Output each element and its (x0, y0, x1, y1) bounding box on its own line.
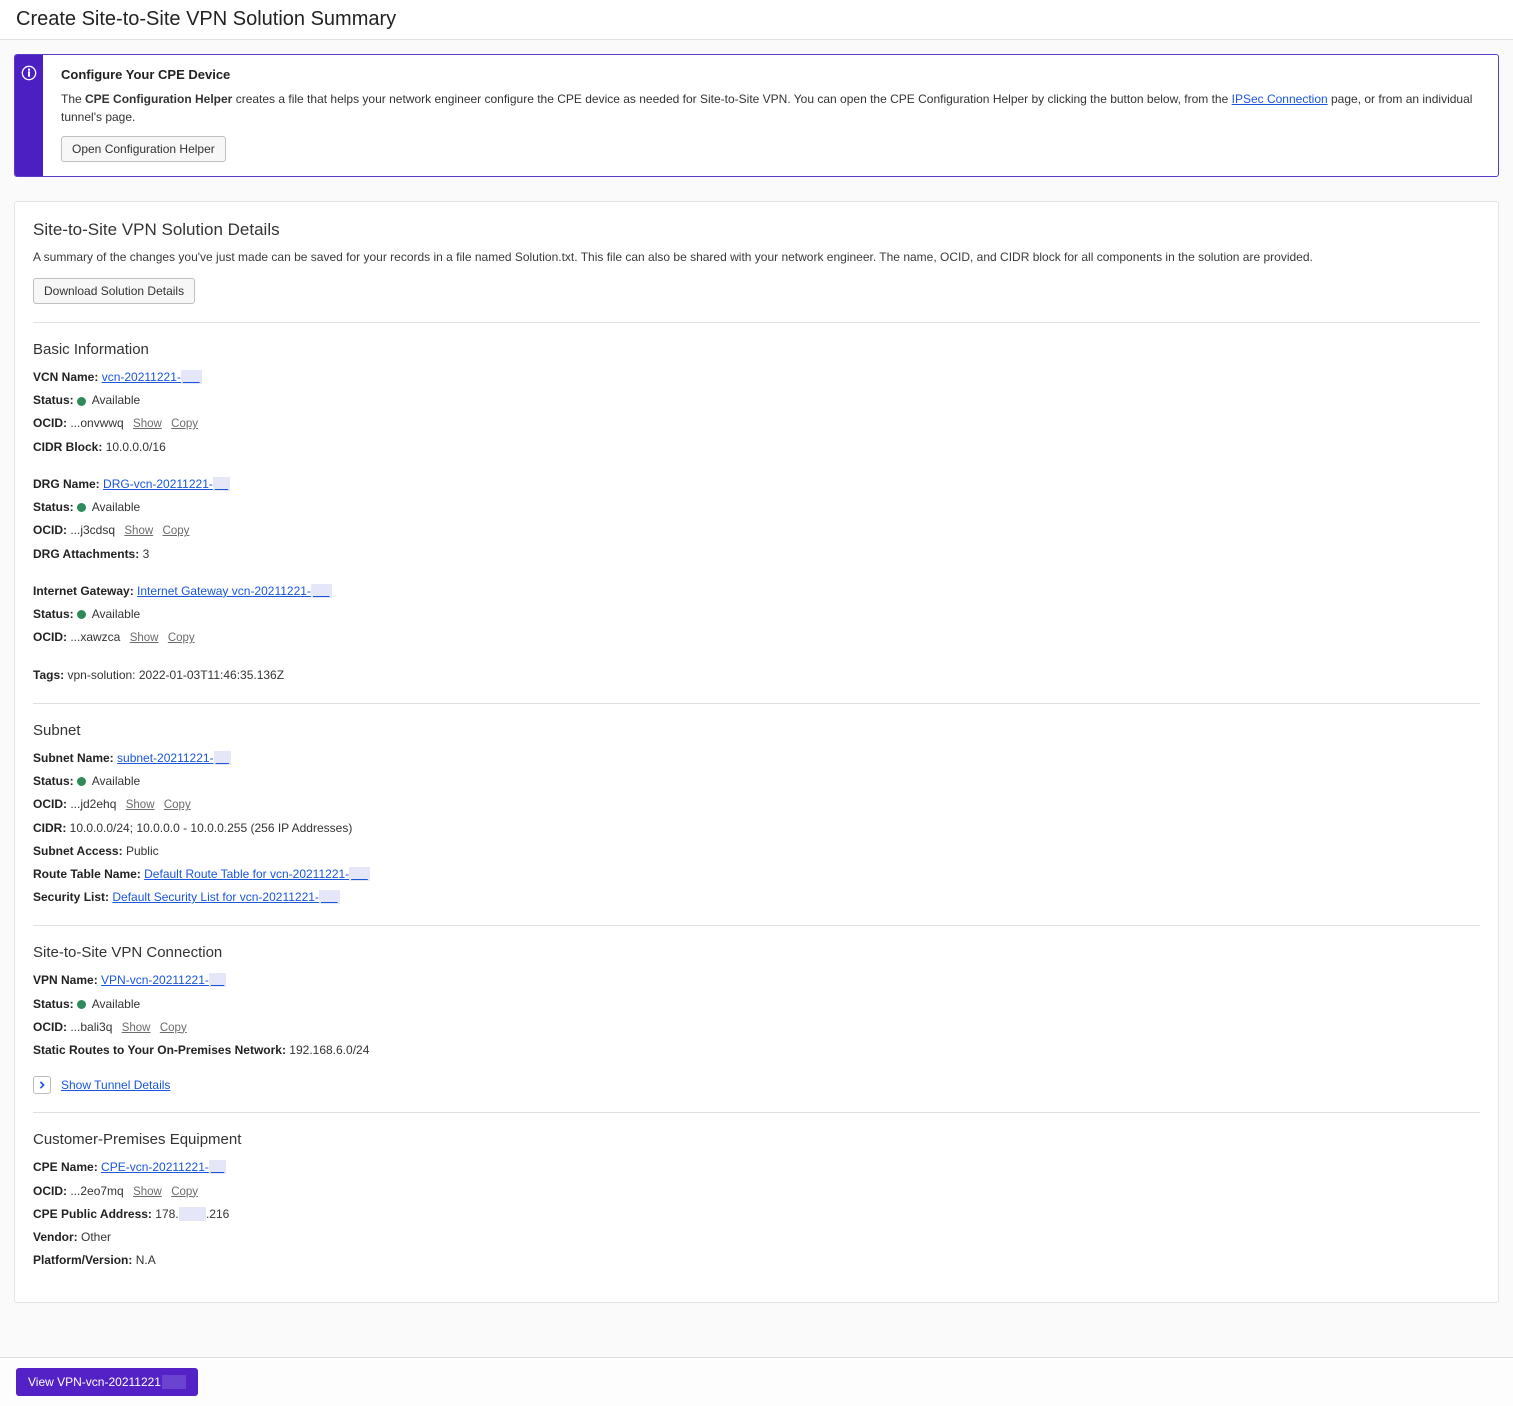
vpn-name-link[interactable]: VPN-vcn-20211221- (101, 973, 226, 987)
cpe-name-row: CPE Name: CPE-vcn-20211221- (33, 1158, 1480, 1177)
open-configuration-helper-button[interactable]: Open Configuration Helper (61, 136, 226, 162)
view-vpn-button[interactable]: View VPN-vcn-20211221 (16, 1368, 198, 1396)
vpn-name-row: VPN Name: VPN-vcn-20211221- (33, 971, 1480, 990)
cpe-platform-row: Platform/Version: N.A (33, 1251, 1480, 1270)
show-link[interactable]: Show (126, 799, 155, 811)
show-link[interactable]: Show (133, 418, 162, 430)
security-list-row: Security List: Default Security List for… (33, 888, 1480, 907)
divider (33, 322, 1480, 323)
route-table-row: Route Table Name: Default Route Table fo… (33, 865, 1480, 884)
vcn-cidr-row: CIDR Block: 10.0.0.0/16 (33, 438, 1480, 457)
vpn-heading: Site-to-Site VPN Connection (33, 944, 1480, 961)
details-heading: Site-to-Site VPN Solution Details (33, 220, 1480, 240)
copy-link[interactable]: Copy (163, 525, 190, 537)
chevron-right-icon (33, 1076, 51, 1094)
show-link[interactable]: Show (133, 1186, 162, 1198)
basic-info-heading: Basic Information (33, 341, 1480, 358)
details-desc: A summary of the changes you've just mad… (33, 248, 1480, 266)
subnet-ocid-row: OCID: ...jd2ehq Show Copy (33, 795, 1480, 814)
subnet-name-link[interactable]: subnet-20211221- (117, 751, 231, 765)
divider (33, 925, 1480, 926)
status-dot-icon (77, 1000, 86, 1009)
copy-link[interactable]: Copy (171, 1186, 198, 1198)
tags-row: Tags: vpn-solution: 2022-01-03T11:46:35.… (33, 666, 1480, 685)
status-dot-icon (77, 777, 86, 786)
drg-status-row: Status: Available (33, 498, 1480, 517)
vcn-ocid-row: OCID: ...onvwwq Show Copy (33, 414, 1480, 433)
cpe-public-address-row: CPE Public Address: 178. .216 (33, 1205, 1480, 1224)
show-link[interactable]: Show (124, 525, 153, 537)
show-link[interactable]: Show (130, 632, 159, 644)
copy-link[interactable]: Copy (168, 632, 195, 644)
subnet-access-row: Subnet Access: Public (33, 842, 1480, 861)
vpn-ocid-row: OCID: ...bali3q Show Copy (33, 1018, 1480, 1037)
footer-bar: View VPN-vcn-20211221 (0, 1357, 1513, 1406)
security-list-link[interactable]: Default Security List for vcn-20211221- (112, 890, 339, 904)
vpn-static-routes-row: Static Routes to Your On-Premises Networ… (33, 1041, 1480, 1060)
copy-link[interactable]: Copy (160, 1022, 187, 1034)
igw-name-row: Internet Gateway: Internet Gateway vcn-2… (33, 582, 1480, 601)
route-table-link[interactable]: Default Route Table for vcn-20211221- (144, 867, 370, 881)
igw-ocid-row: OCID: ...xawzca Show Copy (33, 628, 1480, 647)
vpn-status-row: Status: Available (33, 995, 1480, 1014)
banner-desc: The CPE Configuration Helper creates a f… (61, 90, 1480, 126)
vcn-status-row: Status: Available (33, 391, 1480, 410)
download-solution-details-button[interactable]: Download Solution Details (33, 278, 195, 304)
subnet-status-row: Status: Available (33, 772, 1480, 791)
cpe-vendor-row: Vendor: Other (33, 1228, 1480, 1247)
show-tunnel-details-toggle[interactable]: Show Tunnel Details (33, 1076, 170, 1094)
solution-details-panel: Site-to-Site VPN Solution Details A summ… (14, 201, 1499, 1303)
copy-link[interactable]: Copy (164, 799, 191, 811)
subnet-cidr-row: CIDR: 10.0.0.0/24; 10.0.0.0 - 10.0.0.255… (33, 819, 1480, 838)
configure-cpe-banner: Configure Your CPE Device The CPE Config… (14, 54, 1499, 177)
banner-title: Configure Your CPE Device (61, 67, 1480, 82)
cpe-ocid-row: OCID: ...2eo7mq Show Copy (33, 1182, 1480, 1201)
vcn-name-row: VCN Name: vcn-20211221- (33, 368, 1480, 387)
igw-status-row: Status: Available (33, 605, 1480, 624)
status-dot-icon (77, 397, 86, 406)
vcn-name-link[interactable]: vcn-20211221- (102, 370, 202, 384)
igw-name-link[interactable]: Internet Gateway vcn-20211221- (137, 584, 332, 598)
show-link[interactable]: Show (122, 1022, 151, 1034)
copy-link[interactable]: Copy (171, 418, 198, 430)
cpe-heading: Customer-Premises Equipment (33, 1131, 1480, 1148)
status-dot-icon (77, 610, 86, 619)
cpe-name-link[interactable]: CPE-vcn-20211221- (101, 1160, 226, 1174)
subnet-name-row: Subnet Name: subnet-20211221- (33, 749, 1480, 768)
subnet-heading: Subnet (33, 722, 1480, 739)
page-title: Create Site-to-Site VPN Solution Summary (16, 8, 1497, 31)
ipsec-connection-link[interactable]: IPSec Connection (1232, 92, 1328, 106)
divider (33, 703, 1480, 704)
status-dot-icon (77, 503, 86, 512)
header-bar: Create Site-to-Site VPN Solution Summary (0, 0, 1513, 40)
drg-attachments-row: DRG Attachments: 3 (33, 545, 1480, 564)
info-icon (15, 55, 43, 176)
drg-ocid-row: OCID: ...j3cdsq Show Copy (33, 521, 1480, 540)
drg-name-row: DRG Name: DRG-vcn-20211221- (33, 475, 1480, 494)
drg-name-link[interactable]: DRG-vcn-20211221- (103, 477, 230, 491)
divider (33, 1112, 1480, 1113)
